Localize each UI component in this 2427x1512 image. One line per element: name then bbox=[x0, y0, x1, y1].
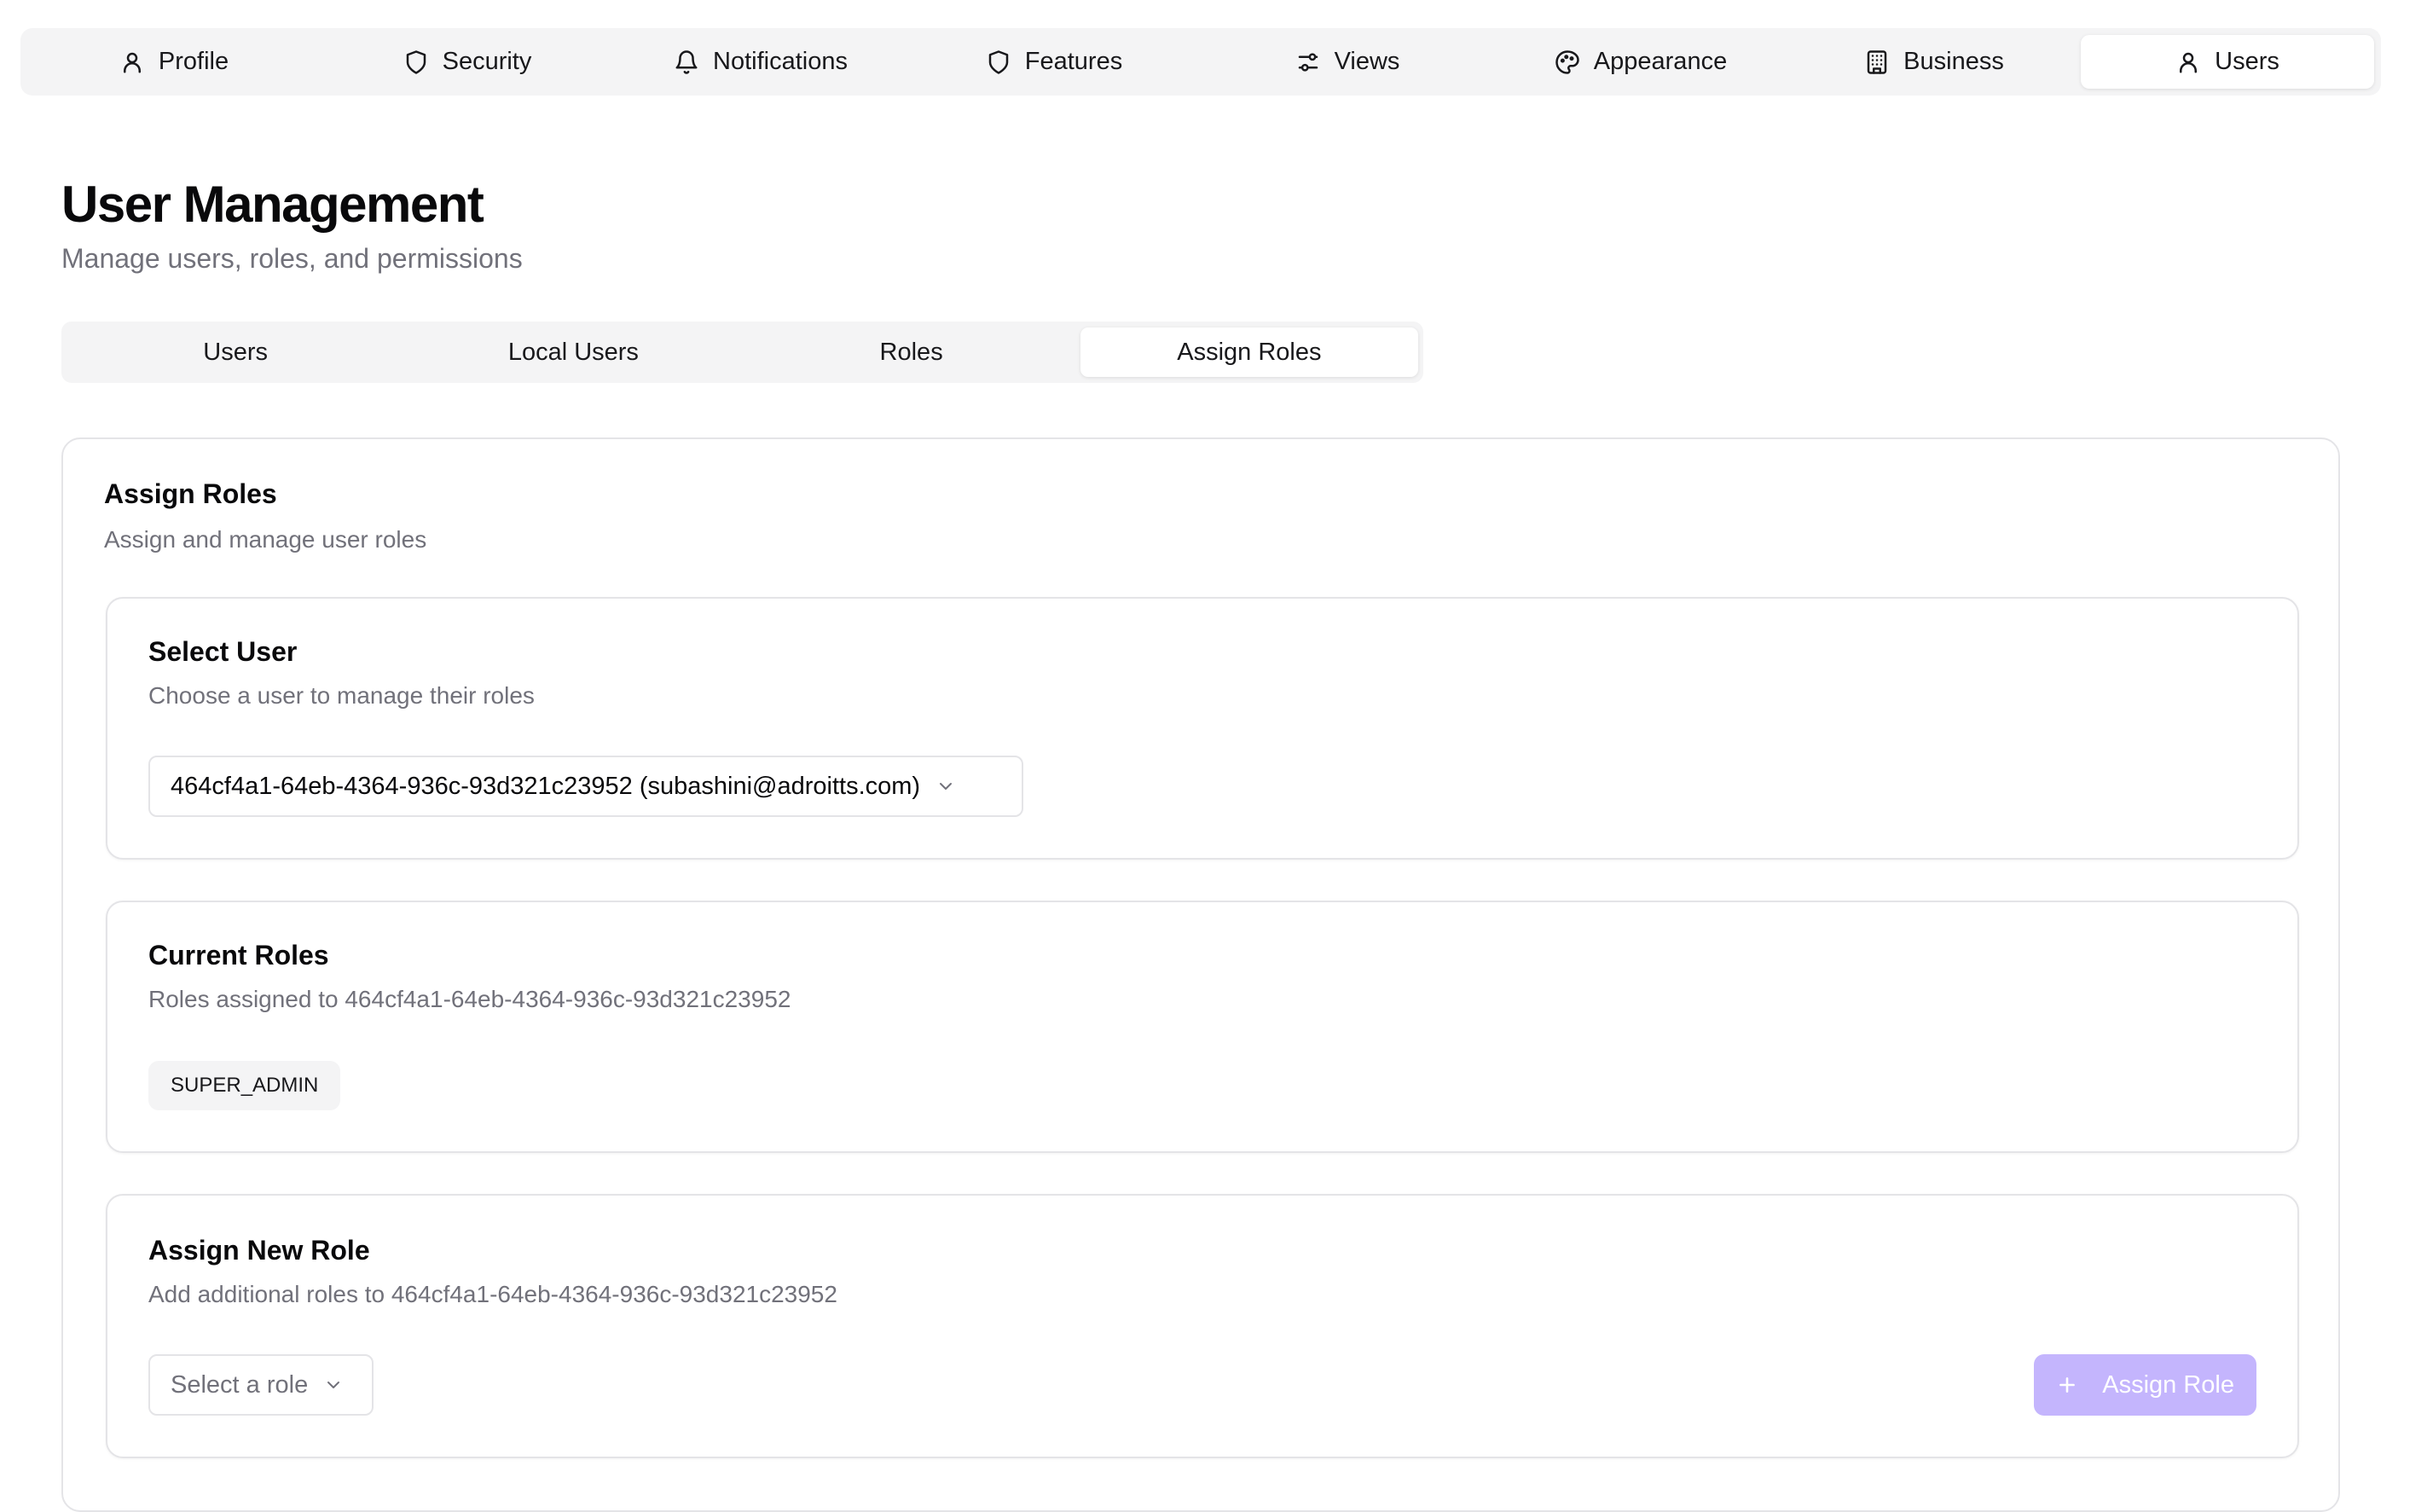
select-user-description: Choose a user to manage their roles bbox=[148, 682, 535, 709]
chevron-down-icon bbox=[940, 783, 953, 790]
assign-roles-title: Assign Roles bbox=[104, 478, 277, 509]
bell-icon bbox=[675, 49, 698, 74]
select-user-card: Select User Choose a user to manage thei… bbox=[106, 597, 2299, 860]
user-icon bbox=[123, 52, 141, 72]
nav-tab-views[interactable]: Views bbox=[1201, 35, 1494, 89]
role-select-placeholder: Select a role bbox=[171, 1370, 309, 1399]
sliders-icon bbox=[1298, 52, 1318, 72]
nav-tab-label: Notifications bbox=[713, 48, 848, 75]
settings-nav: Profile Security Notifications Features … bbox=[20, 28, 2381, 96]
nav-tab-label: Security bbox=[442, 48, 532, 75]
current-roles-description: Roles assigned to 464cf4a1-64eb-4364-936… bbox=[148, 986, 791, 1012]
chevron-down-icon bbox=[327, 1382, 340, 1388]
user-icon bbox=[2180, 52, 2198, 72]
nav-tab-features[interactable]: Features bbox=[907, 35, 1201, 89]
nav-tab-security[interactable]: Security bbox=[321, 35, 614, 89]
tab-assign-roles[interactable]: Assign Roles bbox=[1080, 327, 1418, 377]
page-subtitle: Manage users, roles, and permissions bbox=[61, 243, 523, 274]
nav-tab-label: Profile bbox=[158, 48, 229, 75]
tab-users[interactable]: Users bbox=[67, 327, 404, 377]
nav-tab-users[interactable]: Users bbox=[2081, 35, 2374, 89]
assign-roles-description: Assign and manage user roles bbox=[104, 526, 427, 553]
assign-new-role-card: Assign New Role Add additional roles to … bbox=[106, 1194, 2299, 1458]
assign-new-role-title: Assign New Role bbox=[148, 1235, 370, 1266]
user-select-value: 464cf4a1-64eb-4364-936c-93d321c23952 (su… bbox=[171, 772, 921, 800]
assign-roles-card: Assign Roles Assign and manage user role… bbox=[61, 437, 2340, 1512]
nav-tab-label: Users bbox=[2215, 48, 2279, 75]
nav-tab-business[interactable]: Business bbox=[1787, 35, 2081, 89]
nav-tab-label: Business bbox=[1903, 48, 2004, 75]
nav-tab-label: Appearance bbox=[1593, 48, 1728, 75]
palette-icon bbox=[1555, 49, 1579, 74]
role-badge: SUPER_ADMIN bbox=[148, 1061, 341, 1110]
tab-roles[interactable]: Roles bbox=[743, 327, 1080, 377]
nav-tab-profile[interactable]: Profile bbox=[27, 35, 321, 89]
current-roles-title: Current Roles bbox=[148, 940, 329, 970]
assign-role-button[interactable]: Assign Role bbox=[2034, 1354, 2256, 1416]
nav-tab-label: Features bbox=[1024, 48, 1123, 75]
assign-role-button-label: Assign Role bbox=[2102, 1370, 2234, 1399]
plus-icon bbox=[2059, 1377, 2076, 1393]
building-icon bbox=[1867, 49, 1887, 74]
nav-tab-appearance[interactable]: Appearance bbox=[1494, 35, 1787, 89]
role-select[interactable]: Select a role bbox=[148, 1354, 374, 1416]
nav-tab-label: Views bbox=[1334, 48, 1400, 75]
tab-local-users[interactable]: Local Users bbox=[404, 327, 742, 377]
nav-tab-notifications[interactable]: Notifications bbox=[614, 35, 907, 89]
assign-new-role-description: Add additional roles to 464cf4a1-64eb-43… bbox=[148, 1281, 837, 1307]
select-user-title: Select User bbox=[148, 636, 298, 667]
shield-icon bbox=[406, 49, 426, 74]
user-management-tabs: Users Local Users Roles Assign Roles bbox=[61, 322, 1423, 383]
shield-icon bbox=[988, 49, 1009, 74]
page-title: User Management bbox=[61, 176, 484, 233]
current-roles-card: Current Roles Roles assigned to 464cf4a1… bbox=[106, 901, 2299, 1153]
user-select[interactable]: 464cf4a1-64eb-4364-936c-93d321c23952 (su… bbox=[148, 756, 1023, 817]
